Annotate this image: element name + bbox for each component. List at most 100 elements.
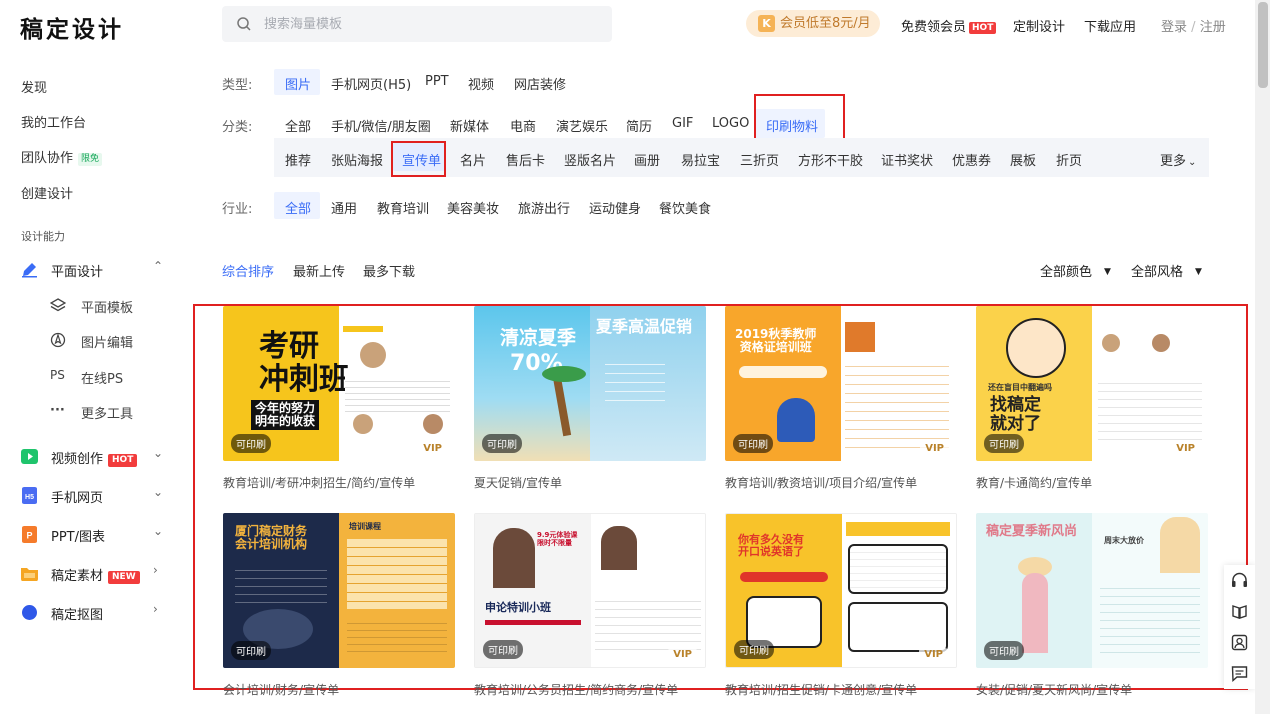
type-option-shop[interactable]: 网店装修 [514,74,566,93]
register-link[interactable]: 注册 [1200,20,1226,35]
type-option-ppt[interactable]: PPT [425,74,449,89]
category-option-entertainment[interactable]: 演艺娱乐 [556,116,608,135]
subcategory-board[interactable]: 展板 [1010,150,1036,169]
subcategory-rollup[interactable]: 易拉宝 [681,150,720,169]
sort-comprehensive[interactable]: 综合排序 [222,261,274,280]
industry-option-travel[interactable]: 旅游出行 [518,198,570,217]
template-card[interactable]: 你有多久没有 开口说英语了 可印刷 VIP [725,513,957,668]
subcategory-coupon[interactable]: 优惠券 [952,150,991,169]
sidebar-group-ppt[interactable]: P PPT/图表 ⌄ [21,524,171,546]
ps-icon: PS [50,368,65,382]
search-input[interactable] [264,14,594,34]
subcategory-business-card[interactable]: 名片 [460,150,486,169]
subcategory-service-card[interactable]: 售后卡 [506,150,545,169]
template-caption[interactable]: 会计培训/财务/宣传单 [223,681,339,698]
template-caption[interactable]: 夏天促销/宣传单 [474,474,562,491]
template-card[interactable]: 9.9元体验课 限时不限量 申论特训小班 可印刷 VIP [474,513,706,668]
template-card[interactable]: 清凉夏季 70% 夏季高温促销 可印刷 [474,306,706,461]
vip-promo-button[interactable]: K 会员低至8元/月 [746,10,880,37]
subcategory-trifold[interactable]: 三折页 [740,150,779,169]
subcategory-recommend[interactable]: 推荐 [285,150,311,169]
category-option-mobile[interactable]: 手机/微信/朋友圈 [331,116,431,135]
page-scrollbar[interactable] [1255,0,1270,714]
poster-photo [1102,334,1120,352]
template-card[interactable]: 厦门稿定财务 会计培训机构 培训课程 可印刷 [223,513,455,668]
feedback-icon[interactable] [1231,665,1248,682]
category-filter-label: 分类: [222,120,253,135]
subcategory-folding[interactable]: 折页 [1056,150,1082,169]
category-option-resume[interactable]: 简历 [626,116,652,135]
template-caption[interactable]: 教育/卡通简约/宣传单 [976,474,1092,491]
template-card[interactable]: 2019秋季教师 资格证培训班 可印刷 VIP [725,306,957,461]
more-subcategories-button[interactable]: 更多 ⌄ [1160,150,1196,169]
logo[interactable]: 稿定设计 [20,10,124,44]
sidebar-sub-online-ps[interactable]: PS 在线PS [50,366,170,388]
nav-download-app[interactable]: 下载应用 [1084,16,1136,35]
category-option-new-media[interactable]: 新媒体 [450,116,489,135]
nav-custom-design[interactable]: 定制设计 [1013,16,1065,35]
poster-headline: 稿定夏季新风尚 [986,524,1078,539]
sidebar-sub-templates[interactable]: 平面模板 [50,295,170,317]
poster-table [1098,376,1202,446]
industry-option-all[interactable]: 全部 [285,198,311,217]
sidebar-item-team[interactable]: 团队协作 限免 [21,147,103,166]
sidebar-sub-image-edit[interactable]: 图片编辑 [50,330,170,352]
sidebar-group-assets[interactable]: 稿定素材 NEW › [21,563,171,585]
template-caption[interactable]: 女装/促销/夏天新风尚/宣传单 [976,681,1132,698]
color-filter-dropdown[interactable]: 全部颜色 ▼ [1040,261,1111,280]
sort-most-downloaded[interactable]: 最多下载 [363,261,415,280]
category-option-all[interactable]: 全部 [285,116,311,135]
nav-free-vip[interactable]: 免费领会员 HOT [901,16,997,35]
sidebar-sub-label: 平面模板 [81,301,134,316]
sort-newest[interactable]: 最新上传 [293,261,345,280]
sidebar-group-video[interactable]: 视频创作 HOT ⌄ [21,446,171,468]
chevron-down-icon: ⌄ [153,446,164,460]
login-link[interactable]: 登录 [1161,20,1187,35]
sidebar-group-cutout[interactable]: 稿定抠图 › [21,602,171,624]
auth-separator: / [1191,20,1196,35]
subcategory-certificate[interactable]: 证书奖状 [881,150,933,169]
poster-ribbon [739,366,827,378]
sidebar-group-label: 手机网页 [51,491,104,506]
industry-option-beauty[interactable]: 美容美妆 [447,198,499,217]
book-icon[interactable] [1231,603,1248,620]
search-box[interactable] [222,6,612,42]
poster-section-title: 培训课程 [349,522,381,531]
sidebar-group-h5[interactable]: H5 手机网页 ⌄ [21,485,171,507]
subcategory-poster[interactable]: 张贴海报 [331,150,383,169]
sidebar-sub-more-tools[interactable]: ··· 更多工具 [50,401,170,423]
industry-option-general[interactable]: 通用 [331,198,357,217]
sidebar-item-create[interactable]: 创建设计 [21,183,73,202]
printable-tag: 可印刷 [231,434,271,453]
sidebar-item-discover[interactable]: 发现 [21,77,47,96]
template-caption[interactable]: 教育培训/考研冲刺招生/简约/宣传单 [223,474,415,491]
scrollbar-thumb[interactable] [1258,2,1268,88]
headset-icon[interactable] [1231,572,1248,589]
poster-headline: 申论特训小班 [485,601,551,614]
category-option-gif[interactable]: GIF [672,116,693,131]
subcategory-brochure[interactable]: 画册 [634,150,660,169]
type-option-image[interactable]: 图片 [285,74,311,93]
subcategory-sticker[interactable]: 方形不干胶 [798,150,863,169]
sidebar-item-team-label: 团队协作 [21,151,74,166]
industry-option-food[interactable]: 餐饮美食 [659,198,711,217]
template-card[interactable]: 还在盲目中翻遍吗 找稿定 就对了 可印刷 VIP [976,306,1208,461]
template-card[interactable]: 稿定夏季新风尚 周末大放价 可印刷 [976,513,1208,668]
sidebar-item-workspace[interactable]: 我的工作台 [21,112,86,131]
style-filter-dropdown[interactable]: 全部风格 ▼ [1131,261,1202,280]
industry-option-education[interactable]: 教育培训 [377,198,429,217]
category-option-ecommerce[interactable]: 电商 [510,116,536,135]
sidebar-group-graphic[interactable]: 平面设计 ⌃ [21,259,171,281]
industry-option-fitness[interactable]: 运动健身 [589,198,641,217]
type-option-video[interactable]: 视频 [468,74,494,93]
template-caption[interactable]: 教育培训/公务员招生/简约商务/宣传单 [474,681,678,698]
template-card[interactable]: 考研 冲刺班 今年的努力 明年的收获 可印刷 VIP [223,306,455,461]
nav-free-vip-label: 免费领会员 [901,20,967,35]
template-caption[interactable]: 教育培训/教资培训/项目介绍/宣传单 [725,474,917,491]
template-caption[interactable]: 教育培训/招生促销/卡通创意/宣传单 [725,681,917,698]
user-card-icon[interactable] [1231,634,1248,651]
type-option-h5[interactable]: 手机网页(H5) [331,74,411,93]
category-option-logo[interactable]: LOGO [712,116,749,131]
subcategory-vertical-card[interactable]: 竖版名片 [564,150,616,169]
printable-tag: 可印刷 [734,640,774,659]
